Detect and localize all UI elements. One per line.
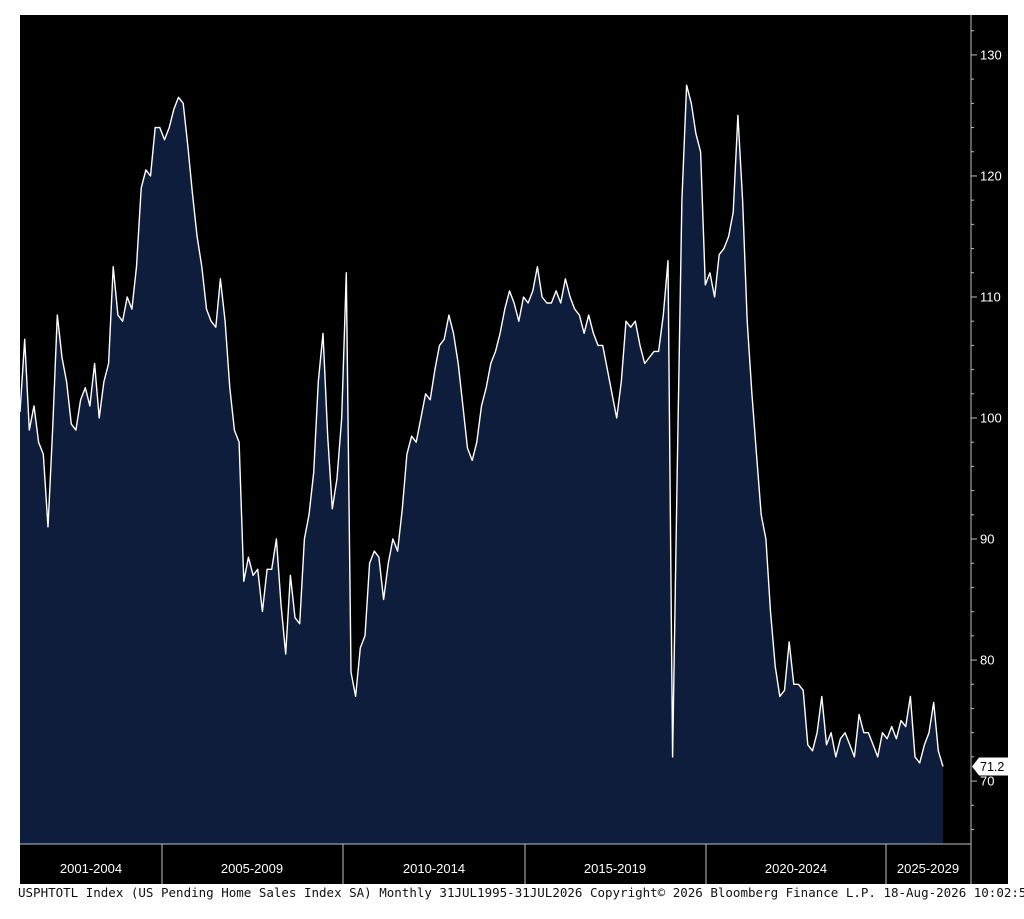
y-tick-label: 90 — [980, 532, 994, 547]
x-tick-label: 2010-2014 — [403, 861, 465, 876]
x-tick-label: 2001-2004 — [60, 861, 122, 876]
y-tick-label: 100 — [980, 411, 1002, 426]
y-tick-label: 130 — [980, 47, 1002, 62]
chart-panel: 70 80 90 100 110 120 130 2001-2004 2005-2009 201… — [20, 15, 1008, 884]
y-tick-label: 70 — [980, 774, 994, 789]
pending-home-sales-chart: 70 80 90 100 110 120 130 2001-2004 2005-2009 201… — [20, 15, 1008, 884]
x-tick-label: 2005-2009 — [221, 861, 283, 876]
y-axis: 70 80 90 100 110 120 130 — [970, 15, 1002, 884]
last-value-label: 71.2 — [980, 760, 1004, 774]
x-axis: 2001-2004 2005-2009 2010-2014 2015-2019 2020… — [20, 843, 971, 884]
footer-source-text: USPHTOTL Index (US Pending Home Sales In… — [18, 885, 1024, 900]
x-tick-label: 2020-2024 — [765, 861, 827, 876]
x-tick-label: 2025-2029 — [897, 861, 959, 876]
series-area-fill — [20, 85, 943, 844]
y-tick-label: 80 — [980, 653, 994, 668]
y-tick-label: 110 — [980, 289, 1001, 304]
x-tick-label: 2015-2019 — [584, 861, 646, 876]
y-tick-label: 120 — [980, 168, 1002, 183]
last-value-marker: 71.2 — [972, 757, 1008, 776]
